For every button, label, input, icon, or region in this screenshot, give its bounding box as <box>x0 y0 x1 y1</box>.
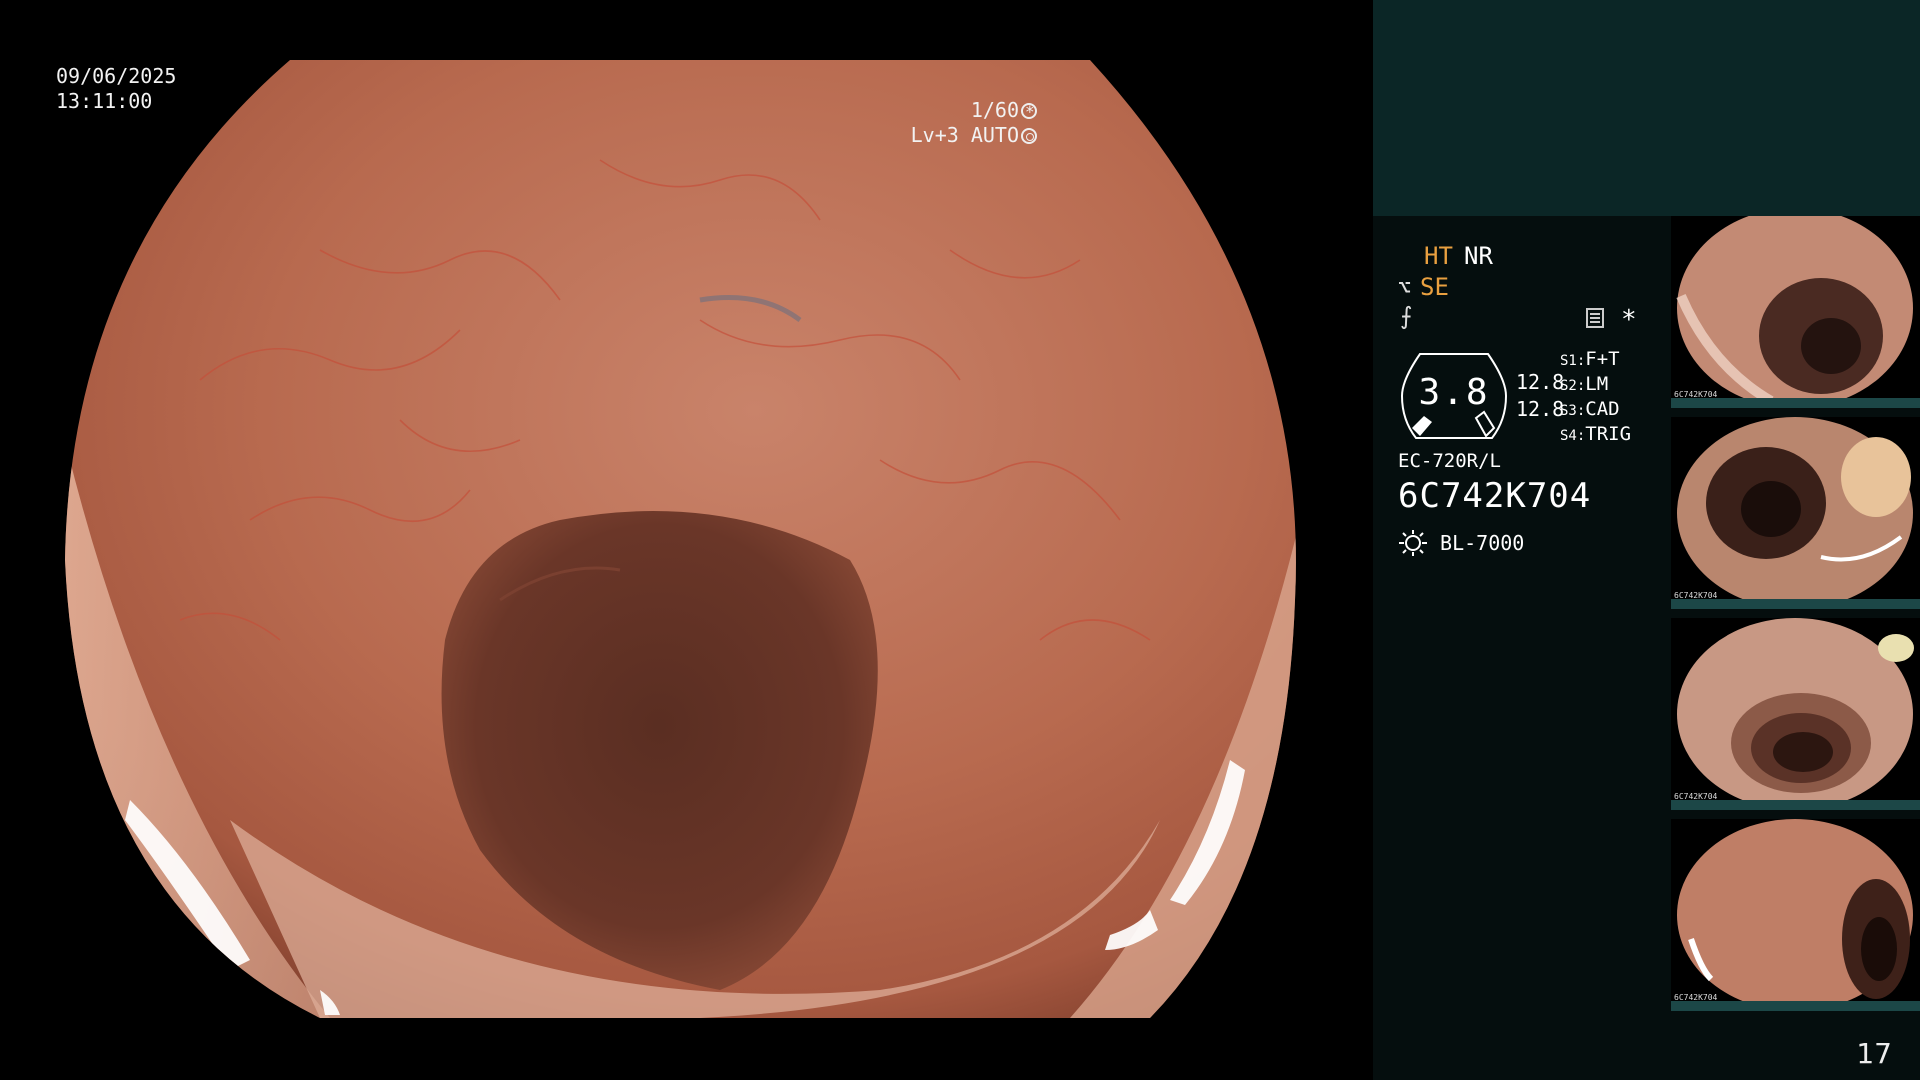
switch-s3: S3:CAD <box>1560 398 1620 420</box>
exposure-readout: 1/60 Lv+3 AUTO <box>911 98 1037 148</box>
light-source-icon <box>1399 530 1427 556</box>
se-label: SE <box>1420 273 1449 301</box>
thumbnail-image <box>1677 819 1913 1011</box>
gauge-max-value: 12.8 <box>1516 370 1565 394</box>
thumbnail-strip <box>1671 1001 1920 1011</box>
light-source-row: BL-7000 <box>1398 530 1524 556</box>
shutter-speed-text: 1/60 <box>970 98 1019 122</box>
colon-lumen-image <box>65 60 1296 1018</box>
thumbnail-strip <box>1671 398 1920 408</box>
scope-serial: 6C742K704 <box>1398 476 1592 516</box>
date-time-readout: 09/06/2025 13:11:00 <box>56 64 176 114</box>
thumbnail-strip <box>1671 800 1920 810</box>
thumbnail-strip <box>1671 599 1920 609</box>
se-row: ⌥ SE <box>1398 273 1449 301</box>
thumbnail-image <box>1677 618 1914 810</box>
switch-s2: S2:LM <box>1560 373 1609 395</box>
gauge-min-value: 12.8 <box>1516 397 1565 421</box>
shutter-icon <box>1021 99 1037 124</box>
thumbnail-4[interactable]: 6C742K704 <box>1671 819 1920 1011</box>
freeze-icon: ⨍ <box>1400 302 1413 330</box>
page-number: 17 <box>1856 1037 1892 1070</box>
endoscope-image-view: 09/06/2025 13:11:00 1/60 Lv+3 AUTO <box>0 0 1372 1080</box>
date-text: 09/06/2025 <box>56 64 177 88</box>
top-blank-panel <box>1373 0 1920 216</box>
thumbnail-1[interactable]: 6C742K704 <box>1671 216 1920 408</box>
switch-s1: S1:F+T <box>1560 348 1620 370</box>
asterisk-mark: * <box>1621 305 1637 335</box>
ht-label: HT <box>1424 242 1453 270</box>
time-text: 13:11:00 <box>56 89 153 113</box>
switch-s4: S4:TRIG <box>1560 423 1632 445</box>
thumbnail-image <box>1677 417 1913 609</box>
document-icon <box>1586 308 1604 328</box>
thumbnail-image <box>1676 216 1913 408</box>
scope-model: EC-720R/L <box>1398 450 1501 472</box>
thumbnail-2[interactable]: 6C742K704 <box>1671 417 1920 609</box>
settings-readout: HT NR ⌥ SE ⨍ * 3.8 12.8 12.8 S1:F+T S2:LM… <box>1398 240 1668 580</box>
auto-iris-icon <box>1021 128 1037 144</box>
thumbnail-3[interactable]: 6C742K704 <box>1671 618 1920 810</box>
light-source-label: BL-7000 <box>1440 531 1525 555</box>
nr-label: NR <box>1464 242 1493 270</box>
structure-enhance-icon: ⌥ <box>1398 276 1412 301</box>
gauge-value: 3.8 <box>1418 372 1490 413</box>
exposure-level-text: Lv+3 AUTO <box>910 123 1019 147</box>
